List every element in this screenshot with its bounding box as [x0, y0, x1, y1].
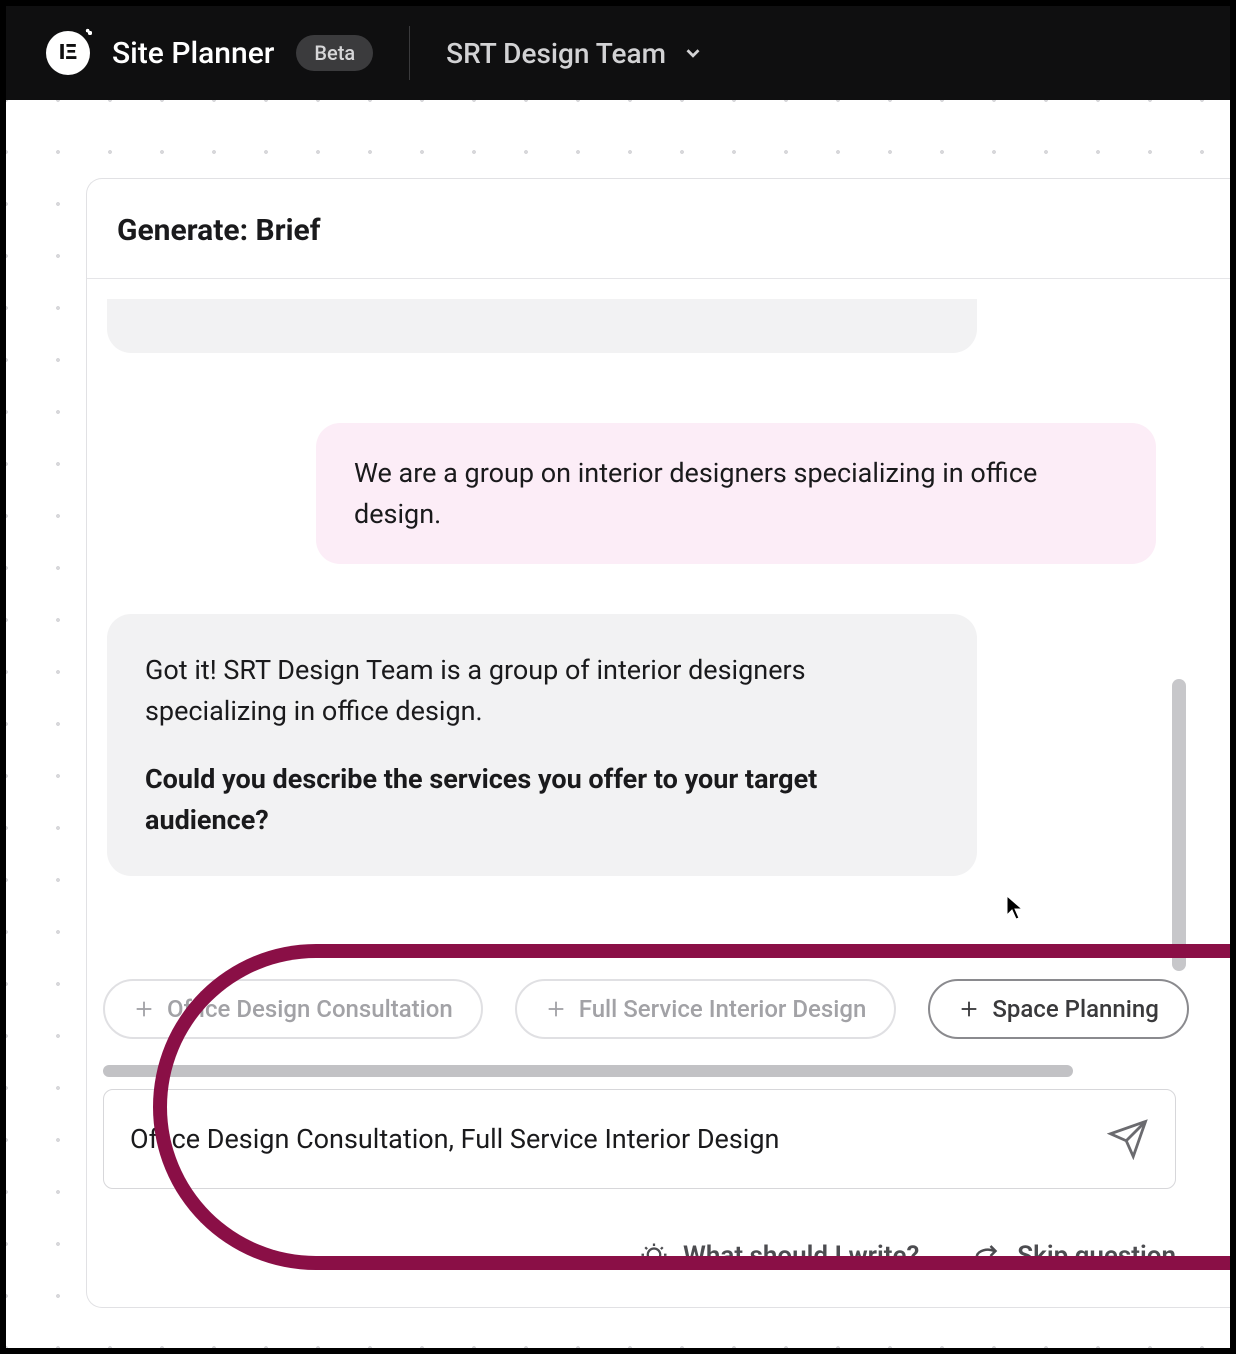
chip-space-planning[interactable]: Space Planning — [928, 979, 1188, 1039]
skip-arrow-icon — [973, 1241, 1003, 1271]
chat-area: We are a group on interior designers spe… — [87, 279, 1230, 1307]
plus-icon — [545, 998, 567, 1020]
skip-label: Skip question — [1017, 1241, 1176, 1271]
user-message: We are a group on interior designers spe… — [316, 423, 1156, 564]
ai-message-partial — [107, 299, 977, 353]
generate-panel: Generate: Brief We are a group on interi… — [86, 178, 1230, 1308]
chip-office-design-consultation[interactable]: Office Design Consultation — [103, 979, 483, 1039]
lightbulb-icon — [639, 1241, 669, 1271]
chip-full-service-interior-design[interactable]: Full Service Interior Design — [515, 979, 897, 1039]
vertical-scrollbar[interactable] — [1172, 679, 1186, 971]
team-dropdown[interactable]: SRT Design Team — [446, 37, 704, 70]
plus-icon — [958, 998, 980, 1020]
message-input-row — [103, 1089, 1176, 1189]
footer-actions: What should I write? Skip question — [639, 1241, 1176, 1271]
suggestion-chips-row: Office Design Consultation Full Service … — [103, 979, 1230, 1039]
divider — [409, 26, 410, 80]
plus-icon — [133, 998, 155, 1020]
beta-badge: Beta — [296, 35, 373, 71]
chevron-down-icon — [682, 42, 704, 64]
ai-message-text: Got it! SRT Design Team is a group of in… — [145, 650, 939, 731]
chip-label: Full Service Interior Design — [579, 995, 867, 1023]
ai-message: Got it! SRT Design Team is a group of in… — [107, 614, 977, 876]
top-bar: IΞ Site Planner Beta SRT Design Team — [6, 6, 1230, 100]
team-name: SRT Design Team — [446, 37, 666, 70]
hint-button[interactable]: What should I write? — [639, 1241, 919, 1271]
canvas-background: Generate: Brief We are a group on interi… — [6, 100, 1230, 1348]
message-input[interactable] — [130, 1123, 1107, 1155]
panel-title: Generate: Brief — [87, 179, 1230, 279]
horizontal-scrollbar[interactable] — [103, 1065, 1073, 1077]
skip-button[interactable]: Skip question — [973, 1241, 1176, 1271]
send-icon[interactable] — [1107, 1118, 1149, 1160]
chip-label: Office Design Consultation — [167, 995, 453, 1023]
chip-label: Space Planning — [992, 995, 1158, 1023]
ai-question-text: Could you describe the services you offe… — [145, 759, 939, 840]
hint-label: What should I write? — [683, 1241, 919, 1271]
app-title: Site Planner — [112, 36, 274, 71]
elementor-logo-icon: IΞ — [46, 31, 90, 75]
